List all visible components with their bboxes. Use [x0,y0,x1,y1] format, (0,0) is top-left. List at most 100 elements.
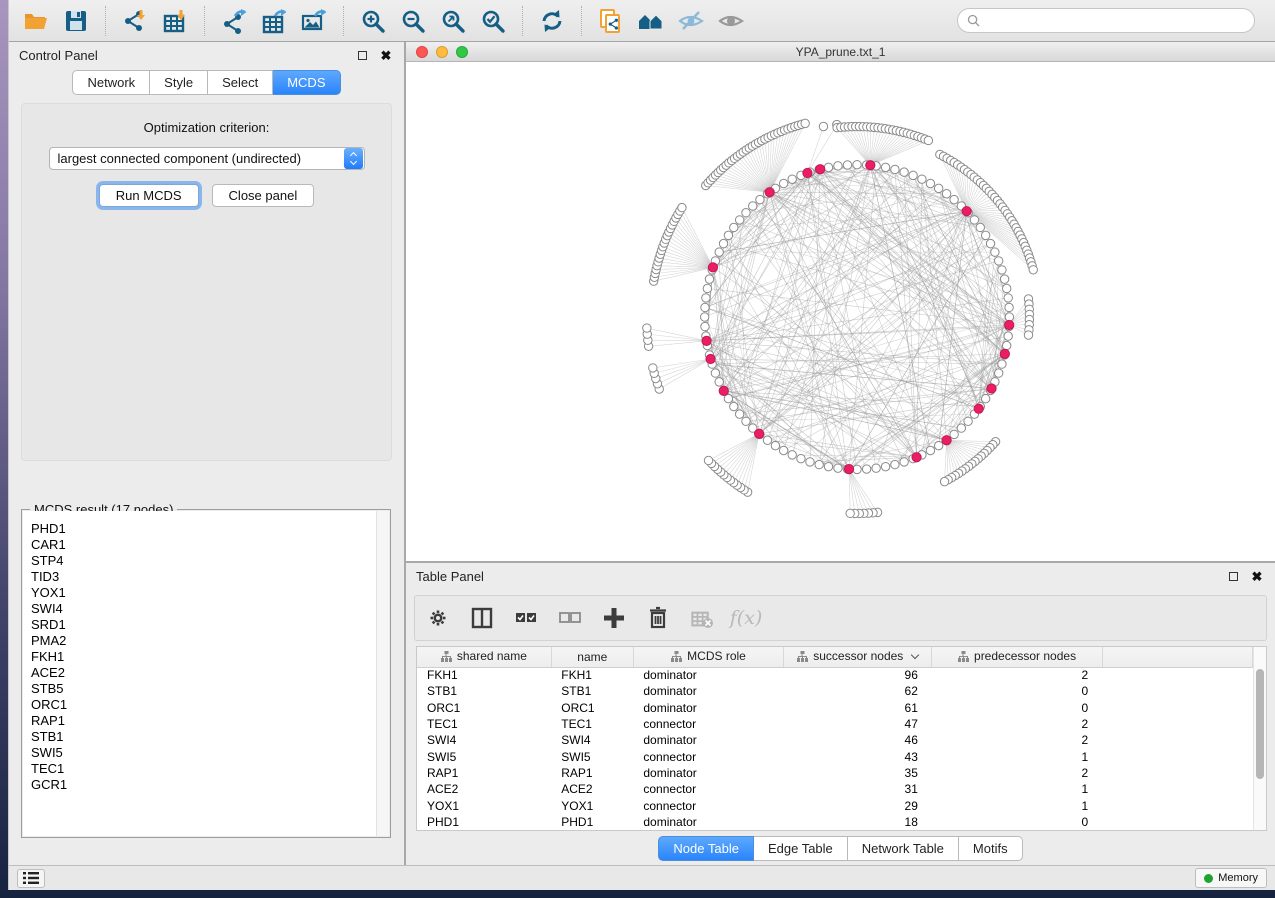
mcds-node-item[interactable]: ORC1 [31,697,376,713]
import-table-icon[interactable] [158,5,192,37]
table-toolbar: f(x) [414,595,1267,641]
table-row[interactable]: RAP1RAP1dominator352 [417,765,1253,781]
zoom-out-icon[interactable] [396,5,430,37]
first-neighbors-icon[interactable] [634,5,668,37]
mcds-hub-node[interactable] [708,263,717,272]
memory-button[interactable]: Memory [1195,868,1267,888]
float-icon[interactable] [1225,568,1241,584]
export-network-icon[interactable] [217,5,251,37]
delete-column-icon[interactable] [645,605,671,631]
mcds-hub-node[interactable] [765,188,774,197]
search-box[interactable] [957,8,1255,33]
table-row[interactable]: STB1STB1dominator620 [417,683,1253,699]
clone-network-icon[interactable] [594,5,628,37]
table-settings-icon[interactable] [425,605,451,631]
mcds-hub-node[interactable] [866,161,875,170]
mcds-result-list[interactable]: PHD1CAR1STP4TID3YOX1SWI4SRD1PMA2FKH1ACE2… [23,511,376,836]
table-scrollbar-thumb[interactable] [1256,669,1264,779]
mcds-node-item[interactable]: PMA2 [31,633,376,649]
add-column-icon[interactable] [601,605,627,631]
mcds-node-item[interactable]: YOX1 [31,585,376,601]
task-history-button[interactable] [17,869,45,888]
tab-style[interactable]: Style [150,70,208,95]
network-window-titlebar[interactable]: YPA_prune.txt_1 [406,42,1275,62]
export-image-icon[interactable] [297,5,331,37]
mcds-hub-node[interactable] [987,384,996,393]
zoom-fit-icon[interactable] [436,5,470,37]
mcds-node-item[interactable]: RAP1 [31,713,376,729]
mcds-node-item[interactable]: GCR1 [31,777,376,793]
refresh-icon[interactable] [535,5,569,37]
mcds-hub-node[interactable] [912,453,921,462]
mcds-node-item[interactable]: FKH1 [31,649,376,665]
close-icon[interactable]: ✖ [1249,568,1265,584]
mcds-node-item[interactable]: SWI4 [31,601,376,617]
mcds-list-scrollbar[interactable] [376,511,389,836]
mcds-hub-node[interactable] [962,207,971,216]
mcds-hub-node[interactable] [754,429,763,438]
mcds-hub-node[interactable] [702,336,711,345]
table-scrollbar[interactable] [1253,647,1266,830]
table-row[interactable]: SWI4SWI4dominator462 [417,732,1253,748]
table-row[interactable]: ACE2ACE2connector311 [417,781,1253,797]
column-header-predecessor-nodes[interactable]: predecessor nodes [932,647,1102,667]
mcds-node-item[interactable]: ACE2 [31,665,376,681]
show-all-icon[interactable] [714,5,748,37]
tab-network-table[interactable]: Network Table [848,836,959,861]
close-icon[interactable]: ✖ [378,47,394,63]
mcds-node-item[interactable]: PHD1 [31,521,376,537]
mcds-hub-node[interactable] [974,404,983,413]
zoom-in-icon[interactable] [356,5,390,37]
table-row[interactable]: TEC1TEC1connector472 [417,716,1253,732]
search-input[interactable] [985,14,1245,28]
tab-mcds[interactable]: MCDS [273,70,340,95]
optimization-select[interactable]: largest connected component (undirected) [49,147,365,170]
select-all-icon[interactable] [513,605,539,631]
mcds-hub-node[interactable] [719,386,728,395]
optimization-label: Optimization criterion: [22,120,391,135]
tab-edge-table[interactable]: Edge Table [754,836,848,861]
mcds-node-item[interactable]: TEC1 [31,761,376,777]
column-header-MCDS-role[interactable]: MCDS role [633,647,783,667]
mcds-hub-node[interactable] [1005,320,1014,329]
mcds-hub-node[interactable] [844,465,853,474]
column-header-successor-nodes[interactable]: successor nodes [784,647,932,667]
run-mcds-button[interactable]: Run MCDS [99,184,199,207]
table-row[interactable]: SWI5SWI5connector431 [417,748,1253,764]
save-session-icon[interactable] [59,5,93,37]
mcds-hub-node[interactable] [706,354,715,363]
float-icon[interactable] [354,47,370,63]
mcds-node-item[interactable]: STB5 [31,681,376,697]
column-visibility-icon[interactable] [469,605,495,631]
close-panel-button[interactable]: Close panel [212,184,315,207]
open-file-icon[interactable] [19,5,53,37]
mcds-hub-node[interactable] [803,168,812,177]
zoom-selected-icon[interactable] [476,5,510,37]
mcds-node-item[interactable]: STP4 [31,553,376,569]
search-icon [967,14,980,27]
table-row[interactable]: ORC1ORC1dominator610 [417,700,1253,716]
column-header-name[interactable]: name [551,647,633,667]
mcds-node-item[interactable]: STB1 [31,729,376,745]
mcds-node-item[interactable]: SWI5 [31,745,376,761]
network-canvas[interactable] [406,62,1275,561]
export-table-icon[interactable] [257,5,291,37]
mcds-node-item[interactable]: SRD1 [31,617,376,633]
tab-node-table[interactable]: Node Table [658,836,754,861]
mcds-node-item[interactable]: TID3 [31,569,376,585]
mcds-hub-node[interactable] [942,436,951,445]
hide-selected-icon[interactable] [674,5,708,37]
import-network-icon[interactable] [118,5,152,37]
tab-select[interactable]: Select [208,70,273,95]
table-row[interactable]: YOX1YOX1connector291 [417,797,1253,813]
table-row[interactable]: PHD1PHD1dominator180 [417,814,1253,830]
tab-motifs[interactable]: Motifs [959,836,1023,861]
table-row[interactable]: FKH1FKH1dominator962 [417,667,1253,683]
deselect-all-icon[interactable] [557,605,583,631]
mcds-hub-node[interactable] [816,165,825,174]
column-header-shared-name[interactable]: shared name [417,647,551,667]
mcds-node-item[interactable]: CAR1 [31,537,376,553]
node-table-body[interactable]: FKH1FKH1dominator962STB1STB1dominator620… [417,667,1253,830]
mcds-hub-node[interactable] [1000,349,1009,358]
tab-network[interactable]: Network [72,70,150,95]
